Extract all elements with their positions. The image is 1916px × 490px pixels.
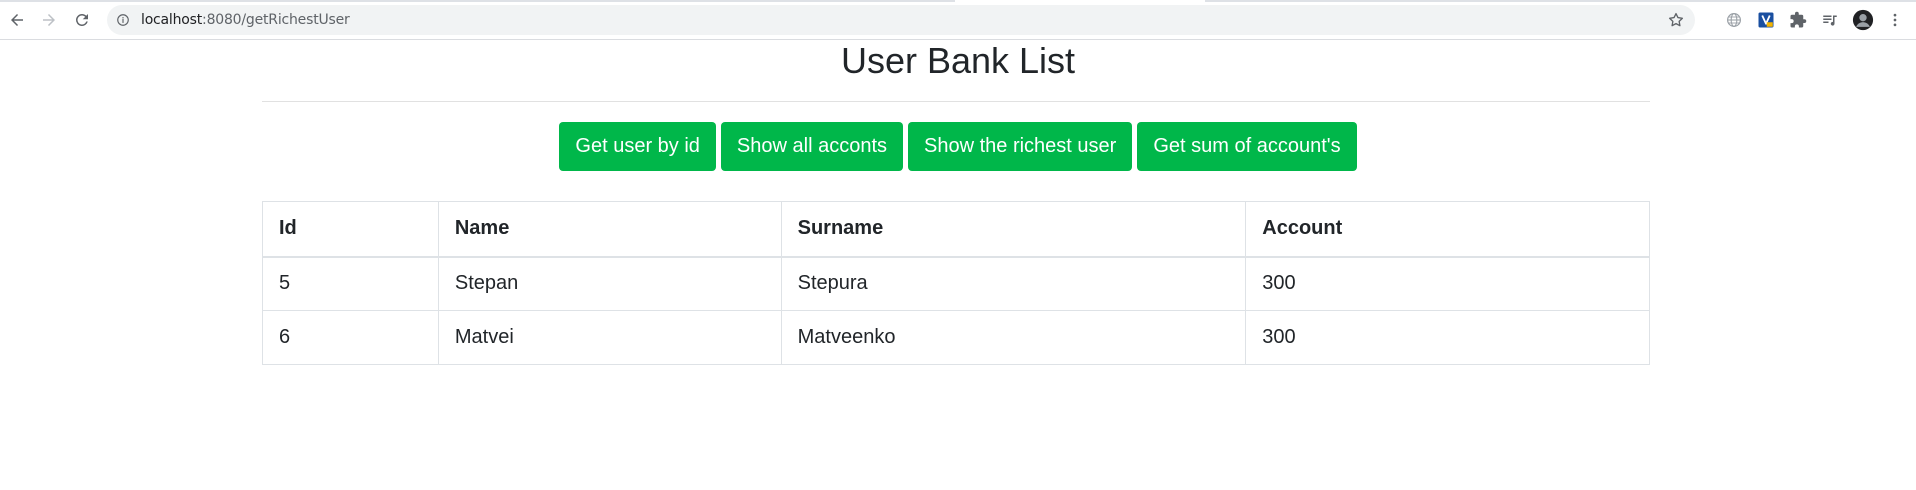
column-header-surname: Surname (780, 201, 1247, 258)
more-vert-icon[interactable] (1885, 10, 1905, 30)
url-host: localhost (141, 12, 203, 28)
get-sum-of-accounts-button[interactable]: Get sum of account's (1137, 122, 1357, 171)
profile-avatar-icon[interactable] (1851, 8, 1875, 32)
forward-arrow-icon (43, 14, 55, 26)
star-icon[interactable] (1667, 11, 1685, 29)
url-text[interactable]: localhost:8080/getRichestUser (141, 12, 350, 28)
info-icon[interactable] (115, 12, 131, 28)
forward-button[interactable] (37, 8, 61, 32)
tab-strip-edge (0, 0, 955, 2)
table-header-row: Id Name Surname Account (262, 201, 1650, 258)
table-row: 6 Matvei Matveenko 300 (262, 310, 1650, 365)
show-all-accounts-button[interactable]: Show all acconts (720, 122, 903, 171)
column-header-id: Id (262, 201, 439, 258)
show-richest-user-button[interactable]: Show the richest user (908, 122, 1133, 171)
users-table: Id Name Surname Account 5 Stepan Stepura… (262, 201, 1650, 365)
back-button[interactable] (5, 8, 29, 32)
cell-id: 6 (262, 310, 439, 365)
cell-id: 5 (262, 256, 439, 311)
reload-icon (75, 13, 88, 26)
tab-strip-edge (1205, 0, 1916, 2)
column-header-account: Account (1245, 201, 1650, 258)
browser-toolbar: localhost:8080/getRichestUser (0, 0, 1916, 40)
globe-icon[interactable] (1724, 10, 1744, 30)
page-title: User Bank List (840, 40, 1076, 81)
puzzle-icon[interactable] (1788, 10, 1808, 30)
table-row: 5 Stepan Stepura 300 (262, 256, 1650, 311)
cell-surname: Matveenko (780, 310, 1247, 365)
back-arrow-icon (11, 14, 23, 26)
reload-button[interactable] (70, 8, 94, 32)
column-header-name: Name (437, 201, 782, 258)
cell-name: Stepan (437, 256, 782, 311)
address-bar[interactable]: localhost:8080/getRichestUser (107, 5, 1695, 35)
get-user-by-id-button[interactable]: Get user by id (559, 122, 716, 171)
cell-account: 300 (1245, 256, 1650, 311)
cell-surname: Stepura (780, 256, 1247, 311)
cell-name: Matvei (437, 310, 782, 365)
media-queue-icon[interactable] (1820, 10, 1840, 30)
cell-account: 300 (1245, 310, 1650, 365)
url-path: :8080/getRichestUser (202, 12, 350, 28)
extension-v-icon[interactable] (1756, 10, 1776, 30)
action-button-row: Get user by id Show all acconts Show the… (0, 122, 1916, 171)
title-divider (262, 101, 1650, 102)
